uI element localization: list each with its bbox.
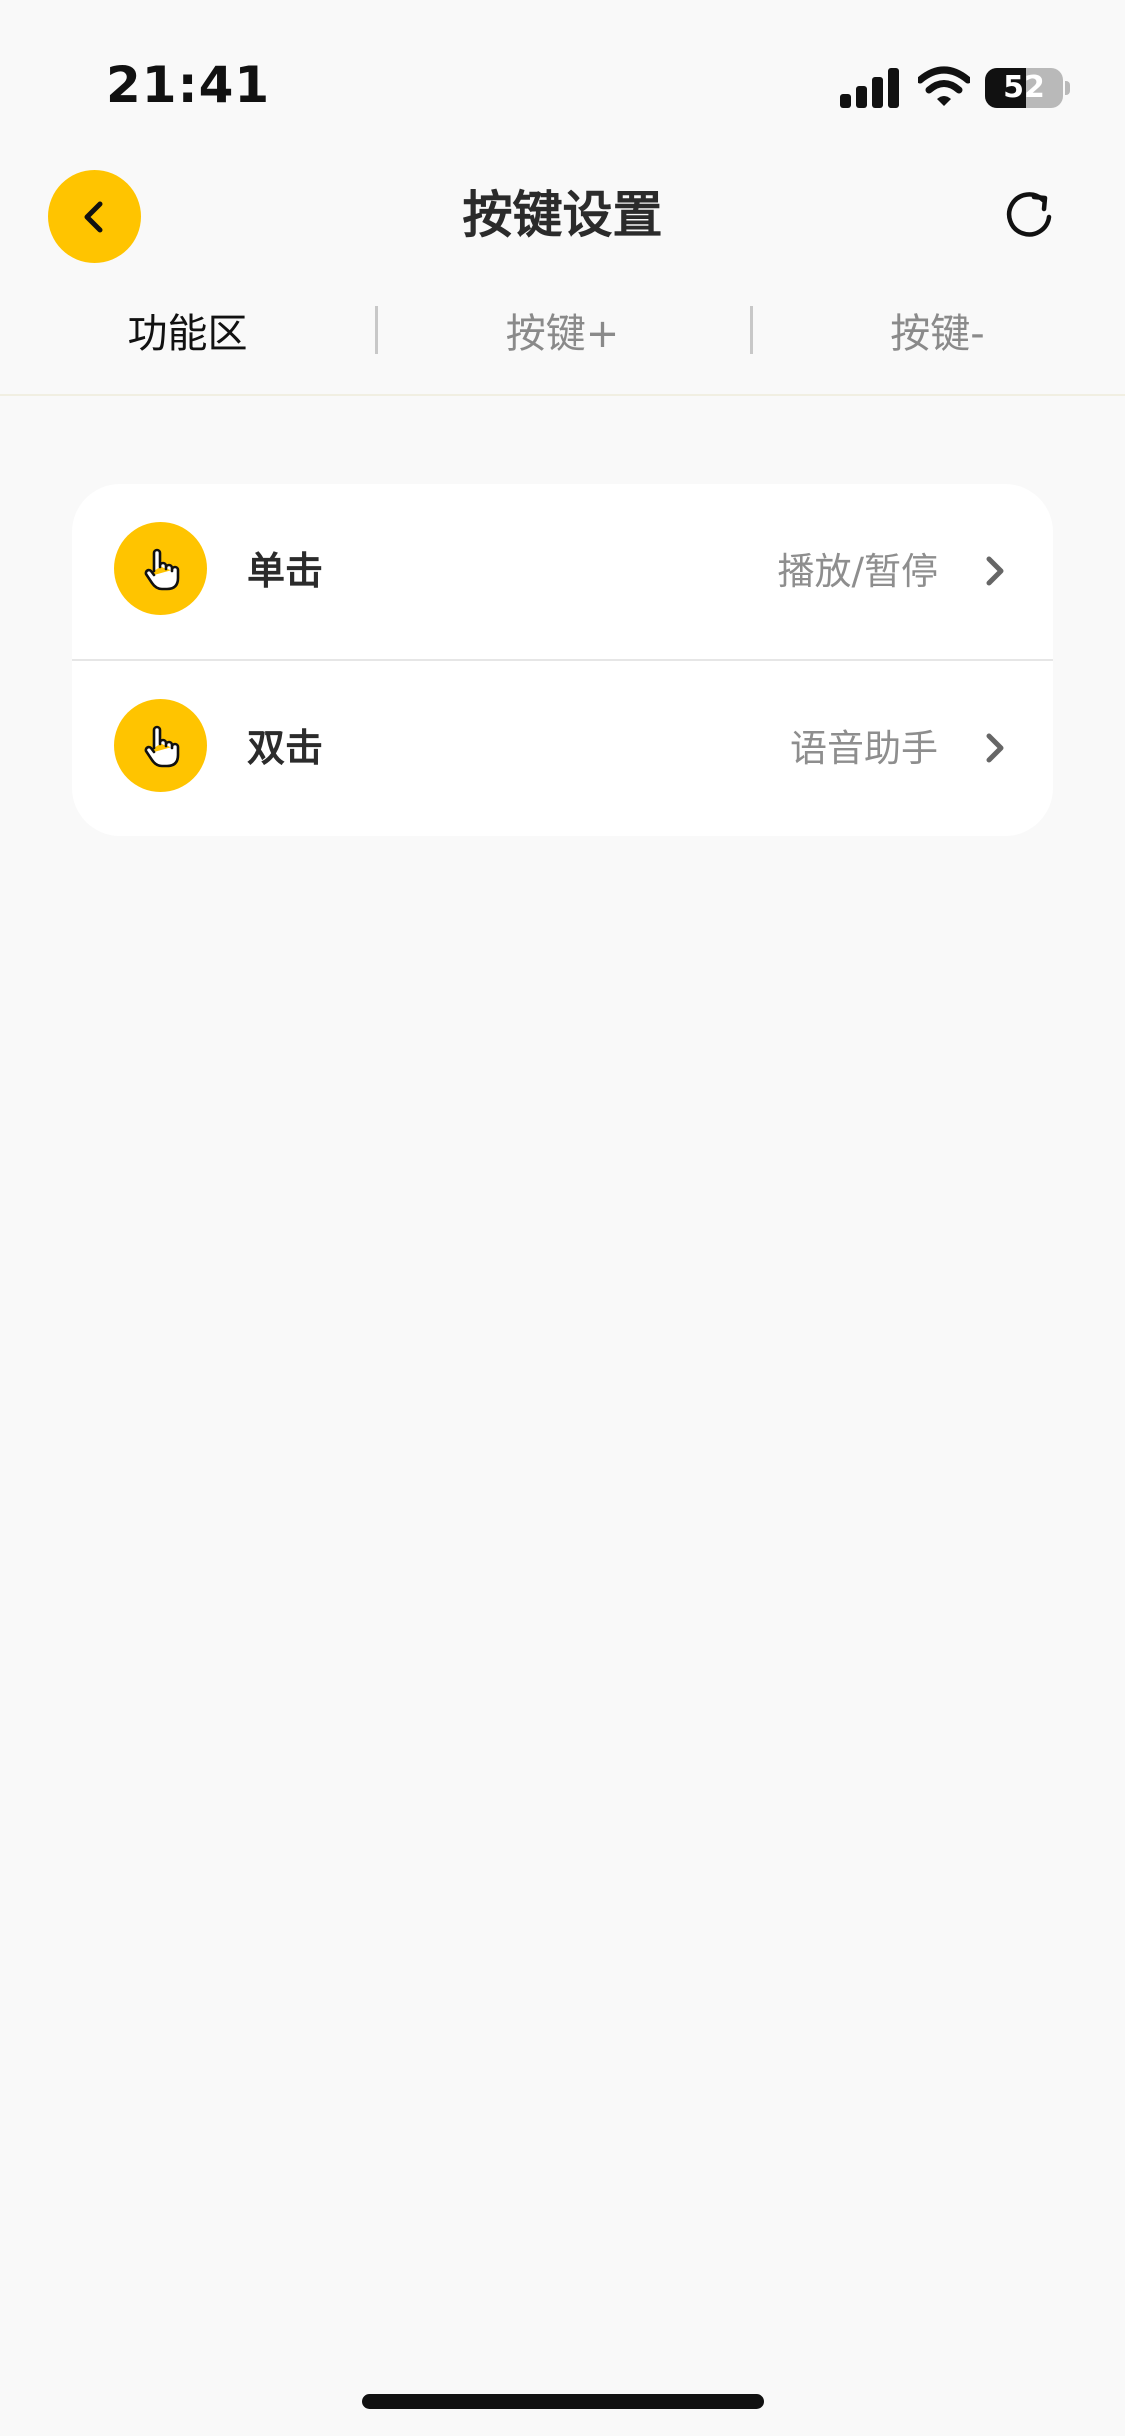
home-indicator[interactable] (362, 2394, 764, 2409)
setting-label: 单击 (247, 549, 324, 593)
setting-label: 双击 (247, 726, 324, 770)
battery-indicator: 52 (985, 68, 1070, 108)
tap-hand-icon (144, 725, 179, 767)
chevron-right-icon (986, 556, 1004, 586)
refresh-button[interactable] (1000, 186, 1060, 246)
tab-bar: 功能区 按键+ 按键- (0, 290, 1125, 370)
setting-row-double-tap[interactable]: 双击 语音助手 (72, 661, 1053, 836)
wifi-icon (918, 66, 970, 106)
tabs-divider (0, 394, 1125, 396)
refresh-icon (1006, 192, 1052, 237)
chevron-left-icon (84, 201, 102, 232)
tap-hand-icon-badge (114, 522, 207, 615)
battery-cap (1065, 81, 1070, 95)
setting-value: 语音助手 (790, 727, 938, 770)
setting-row-single-tap[interactable]: 单击 播放/暂停 (72, 484, 1053, 659)
status-time: 21:41 (106, 56, 271, 114)
tap-hand-icon-badge (114, 699, 207, 792)
battery-body: 52 (985, 68, 1063, 108)
tab-button-minus[interactable]: 按键- (750, 290, 1125, 370)
status-bar: 21:41 52 (0, 0, 1125, 140)
settings-card: 单击 播放/暂停 双击 语音助手 (72, 484, 1053, 836)
tab-function-area[interactable]: 功能区 (0, 290, 375, 370)
chevron-right-icon (986, 733, 1004, 763)
setting-value: 播放/暂停 (777, 550, 938, 593)
page-title: 按键设置 (462, 186, 663, 244)
battery-level-text: 52 (1003, 70, 1045, 105)
tap-hand-icon (144, 548, 179, 590)
cellular-signal-icon (840, 68, 899, 108)
back-button[interactable] (48, 170, 141, 263)
tab-button-plus[interactable]: 按键+ (375, 290, 750, 370)
